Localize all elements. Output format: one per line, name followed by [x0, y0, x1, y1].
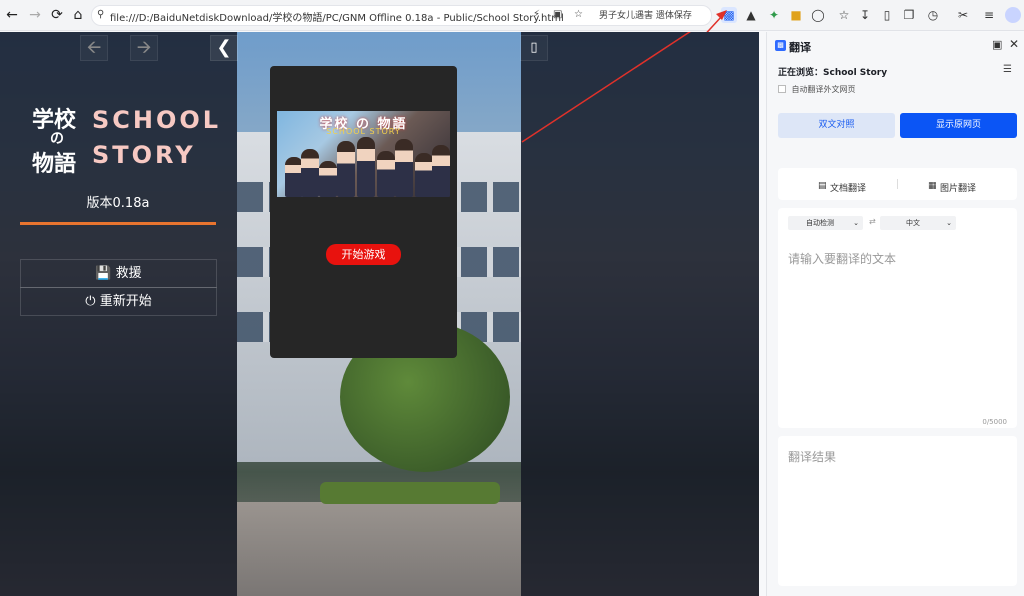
doc-icon: ▤: [818, 181, 827, 191]
browsing-label: 正在浏览：School Story: [778, 68, 888, 78]
source-language-select[interactable]: 自动检测 ⌄: [788, 216, 863, 230]
phone-icon[interactable]: ▯: [879, 7, 895, 23]
extension-icon[interactable]: ▲: [743, 7, 759, 23]
menu-icon[interactable]: ≡: [981, 7, 997, 23]
auto-translate-row[interactable]: 自动翻译外文网页: [778, 84, 856, 95]
star-icon[interactable]: ☆: [574, 9, 583, 20]
url-text[interactable]: file:///D:/BaiduNetdiskDownload/学校の物語/PC…: [110, 9, 564, 24]
auto-translate-label: 自动翻译外文网页: [791, 85, 856, 94]
char-counter: 0/5000: [982, 418, 1007, 426]
translate-icon: ▩: [775, 40, 786, 51]
lightning-icon[interactable]: ⚡: [533, 9, 540, 20]
swap-icon[interactable]: ⇄: [869, 217, 876, 226]
result-box: 翻译结果: [778, 436, 1017, 586]
history-icon[interactable]: ◷: [925, 7, 941, 23]
close-icon[interactable]: ✕: [1009, 37, 1019, 51]
puzzle-icon[interactable]: ◯: [810, 7, 826, 23]
source-language-label: 自动检测: [806, 219, 834, 227]
show-original-button[interactable]: 显示原网页: [900, 113, 1017, 138]
search-icon: ⚲: [97, 9, 105, 20]
translate-result: 翻译结果: [788, 450, 837, 464]
address-bar[interactable]: ⚲ file:///D:/BaiduNetdiskDownload/学校の物語/…: [91, 5, 712, 26]
tab-image-translate[interactable]: 图片翻译: [940, 181, 976, 194]
page-icon[interactable]: ▣: [553, 9, 562, 20]
chevron-down-icon: ⌄: [853, 219, 859, 227]
bookmark-star-icon[interactable]: ☆: [836, 7, 852, 23]
chevron-down-icon: ⌄: [946, 219, 952, 227]
window-icon[interactable]: ❐: [901, 7, 917, 23]
back-icon[interactable]: ←: [4, 7, 20, 23]
tab-doc-translate[interactable]: 文档翻译: [830, 181, 866, 194]
folder-icon[interactable]: ■: [788, 7, 804, 23]
bilingual-button[interactable]: 双文对照: [778, 113, 895, 138]
home-icon[interactable]: ⌂: [70, 7, 86, 23]
reload-icon[interactable]: ⟳: [49, 7, 65, 23]
avatar[interactable]: [1005, 7, 1021, 23]
scissors-icon[interactable]: ✂: [955, 7, 971, 23]
ai-icon[interactable]: ✦: [766, 7, 782, 23]
forward-icon[interactable]: →: [27, 7, 43, 23]
auto-translate-checkbox[interactable]: [778, 85, 786, 93]
target-language-label: 中文: [906, 219, 920, 227]
popout-icon[interactable]: ▣: [992, 38, 1002, 51]
game-viewport: 🡨 🡪 ❮ ▯ 学校 の 物語 SCHOOL STORY 版本0.18a 💾 救…: [0, 32, 759, 596]
tab-divider: [897, 179, 898, 189]
annotation-arrow: [521, 32, 691, 143]
translate-panel: ▩ 翻译 ▣ ✕ 正在浏览：School Story ☰ 自动翻译外文网页 双文…: [766, 32, 1024, 596]
translate-input[interactable]: 请输入要翻译的文本: [788, 250, 896, 267]
browser-toolbar: ← → ⟳ ⌂ ⚲ file:///D:/BaiduNetdiskDownloa…: [0, 0, 1024, 31]
target-language-select[interactable]: 中文 ⌄: [880, 216, 956, 230]
panel-title: 翻译: [789, 41, 811, 54]
translate-tabs: ▤ 文档翻译 ▦ 图片翻译: [778, 168, 1017, 200]
annotation-arrowhead: [706, 10, 727, 32]
bookmark-label[interactable]: 男子女儿遇害 遗体保存: [599, 8, 692, 21]
input-box: 自动检测 ⌄ ⇄ 中文 ⌄ 请输入要翻译的文本 0/5000: [778, 208, 1017, 428]
settings-icon[interactable]: ☰: [1003, 64, 1012, 75]
image-icon: ▦: [928, 181, 937, 191]
download-icon[interactable]: ↧: [857, 7, 873, 23]
